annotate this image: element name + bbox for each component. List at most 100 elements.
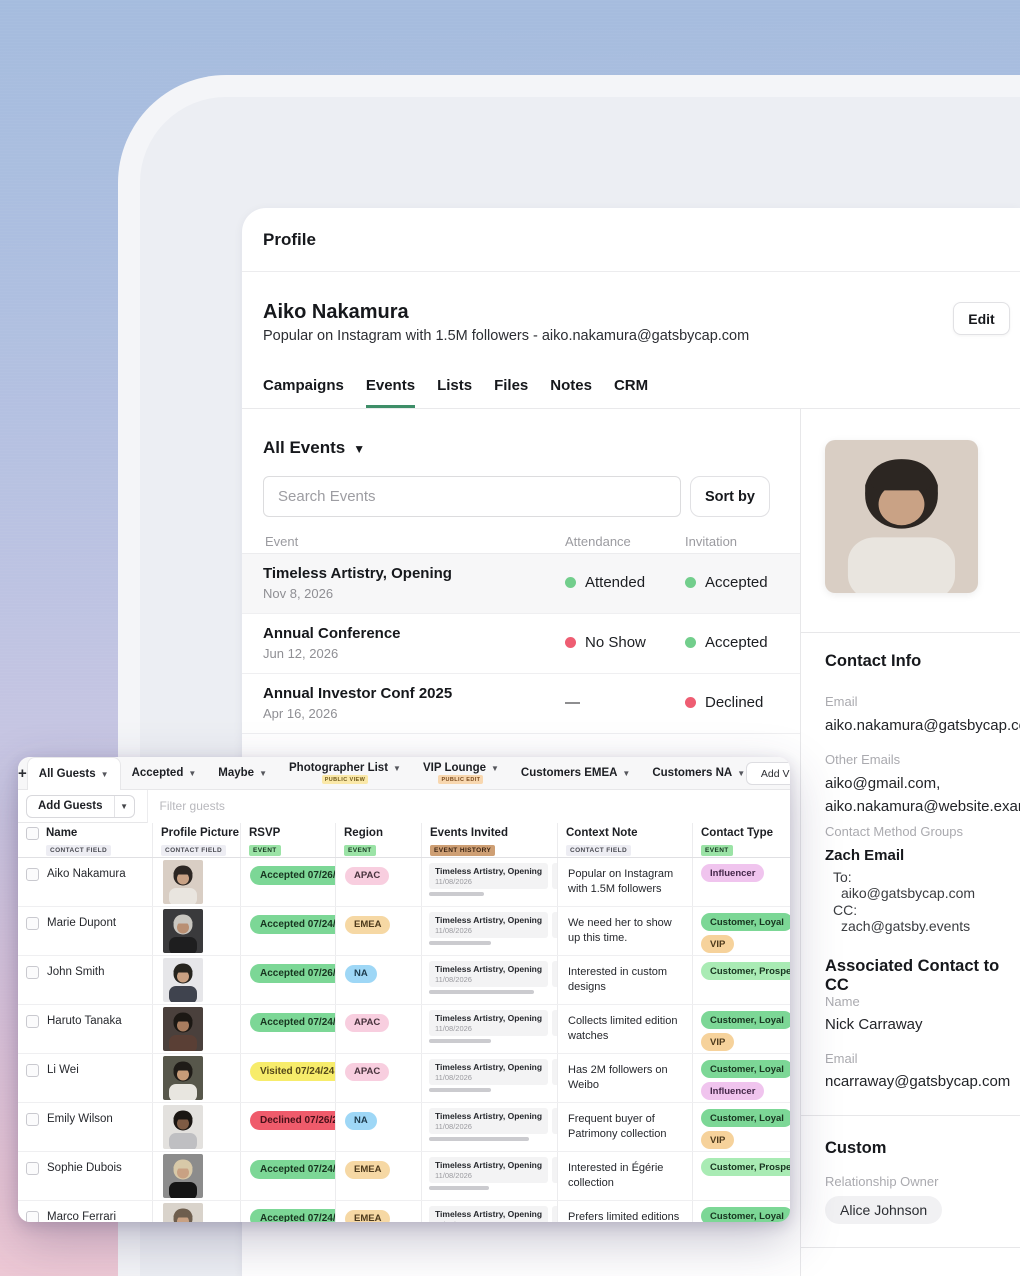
events-filter-dropdown[interactable]: All Events▼	[263, 438, 365, 458]
guest-row[interactable]: Haruto Tanaka Accepted 07/24/24APACTimel…	[18, 1005, 790, 1054]
add-tab-button[interactable]: +	[18, 757, 27, 789]
tab-events[interactable]: Events	[366, 377, 415, 408]
tab-files[interactable]: Files	[494, 377, 528, 408]
add-guests-button[interactable]: Add Guests ▼	[26, 795, 135, 818]
guest-tab-photographer-list[interactable]: Photographer List▼PUBLIC VIEW	[278, 757, 412, 789]
contact-type-cell: Customer, LoyalVIP	[692, 907, 790, 955]
person-photo-placeholder	[163, 1203, 203, 1222]
chevron-down-icon: ▼	[188, 769, 196, 778]
context-note-cell: Interested in Égérie collection	[557, 1152, 692, 1200]
guest-row[interactable]: Aiko Nakamura Accepted 07/26/24APACTimel…	[18, 858, 790, 907]
event-title: Annual Conference	[263, 625, 401, 642]
event-chip: Timeless Artistry, Opening11/08/2026	[429, 961, 548, 987]
tab-crm[interactable]: CRM	[614, 377, 648, 408]
guest-row[interactable]: Marco Ferrari Accepted 07/24/24EMEATimel…	[18, 1201, 790, 1222]
relationship-owner-label: Relationship Owner	[825, 1174, 938, 1189]
chevron-down-icon[interactable]: ▼	[114, 796, 134, 817]
event-row[interactable]: Annual ConferenceJun 12, 2026No ShowAcce…	[242, 614, 800, 674]
event-history-bar	[429, 990, 534, 994]
invitation-label: Accepted	[705, 634, 768, 651]
row-checkbox[interactable]	[26, 1162, 39, 1175]
row-checkbox[interactable]	[26, 868, 39, 881]
region-cell: EMEA	[335, 907, 421, 955]
page-title: Profile	[263, 230, 316, 250]
header-label-wrap: RegionEVENT	[344, 827, 413, 857]
column-label: Region	[344, 827, 413, 839]
row-checkbox[interactable]	[26, 917, 39, 930]
attendance-status: No Show	[565, 634, 646, 651]
column-label: Name	[46, 827, 111, 839]
row-checkbox[interactable]	[26, 1064, 39, 1077]
row-checkbox[interactable]	[26, 1015, 39, 1028]
region-cell: APAC	[335, 1054, 421, 1102]
contact-type-pill: Customer, Loyal	[701, 1109, 790, 1127]
guest-tab-all-guests[interactable]: All Guests▼	[27, 757, 121, 790]
header-divider	[242, 271, 1020, 272]
tab-campaigns[interactable]: Campaigns	[263, 377, 344, 408]
guest-name-cell: Aiko Nakamura	[18, 858, 152, 906]
contact-subtitle: Popular on Instagram with 1.5M followers…	[263, 328, 749, 344]
row-checkbox[interactable]	[26, 966, 39, 979]
rsvp-cell: Accepted 07/24/24	[240, 1152, 335, 1200]
guest-name-cell: Sophie Dubois	[18, 1152, 152, 1200]
email-label: Email	[825, 694, 858, 709]
context-note-cell: Frequent buyer of Patrimony collection	[557, 1103, 692, 1151]
guest-row[interactable]: Li Wei Visited 07/24/24APACTimeless Arti…	[18, 1054, 790, 1103]
context-note-cell: Prefers limited editions	[557, 1201, 692, 1222]
contact-type-pill: VIP	[701, 1033, 734, 1051]
events-invited-cell: Timeless Artistry, Opening11/08/2026Annu…	[421, 1054, 557, 1102]
column-type-badge: EVENT	[701, 845, 733, 856]
region-cell: EMEA	[335, 1152, 421, 1200]
guest-tab-customers-emea[interactable]: Customers EMEA▼	[510, 757, 641, 789]
context-note-cell: Interested in custom designs	[557, 956, 692, 1004]
guest-name: John Smith	[47, 966, 105, 1004]
tab-lists[interactable]: Lists	[437, 377, 472, 408]
event-history-bar	[429, 1186, 489, 1190]
event-title: Annual Investor Conf 2025	[263, 685, 452, 702]
guest-tab-customers-na[interactable]: Customers NA▼	[641, 757, 756, 789]
contact-type-cell: Customer, Prospective	[692, 956, 790, 1004]
guest-row[interactable]: John Smith Accepted 07/26/24NATimeless A…	[18, 956, 790, 1005]
event-row[interactable]: Annual Investor Conf 2025Apr 16, 2026—De…	[242, 674, 800, 734]
rsvp-pill: Visited 07/24/24	[250, 1062, 335, 1081]
events-filter-label: All Events	[263, 438, 345, 457]
select-all-checkbox[interactable]	[26, 827, 39, 840]
sort-by-button[interactable]: Sort by	[690, 476, 770, 517]
relationship-owner-chip: Alice Johnson	[825, 1196, 942, 1224]
add-view-button[interactable]: Add View	[746, 762, 790, 785]
other-emails-label: Other Emails	[825, 752, 900, 767]
guest-photo-cell	[152, 1152, 240, 1200]
edit-button[interactable]: Edit	[953, 302, 1010, 335]
contact-type-cell: Customer, Loyal	[692, 1201, 790, 1222]
row-checkbox[interactable]	[26, 1113, 39, 1126]
header-region: RegionEVENT	[335, 823, 421, 857]
header-profile-picture: Profile PictureCONTACT FIELD	[152, 823, 240, 857]
guest-tab-accepted[interactable]: Accepted▼	[121, 757, 208, 789]
guest-row[interactable]: Emily Wilson Declined 07/26/24NATimeless…	[18, 1103, 790, 1152]
row-checkbox[interactable]	[26, 1211, 39, 1222]
tab-notes[interactable]: Notes	[550, 377, 592, 408]
event-history-bar	[429, 1088, 491, 1092]
to-value: aiko@gatsbycap.com	[841, 885, 975, 901]
event-title: Timeless Artistry, Opening	[263, 565, 452, 582]
guest-table-header: NameCONTACT FIELDProfile PictureCONTACT …	[18, 823, 790, 858]
guest-tab-vip-lounge[interactable]: VIP Lounge▼PUBLIC EDIT	[412, 757, 510, 789]
sidebar-divider	[801, 1247, 1020, 1248]
column-type-badge: EVENT HISTORY	[430, 845, 495, 856]
guest-row[interactable]: Marie Dupont Accepted 07/24/24EMEATimele…	[18, 907, 790, 956]
event-row[interactable]: Timeless Artistry, OpeningNov 8, 2026Att…	[242, 554, 800, 614]
guest-row[interactable]: Sophie Dubois Accepted 07/24/24EMEATimel…	[18, 1152, 790, 1201]
filter-guests-input[interactable]	[147, 790, 790, 823]
email-value: aiko.nakamura@gatsbycap.com	[825, 715, 1020, 738]
column-event: Event	[265, 534, 298, 549]
contact-type-pill: Influencer	[701, 1082, 764, 1100]
rsvp-cell: Accepted 07/24/24	[240, 1201, 335, 1222]
sidebar-divider	[801, 1115, 1020, 1116]
guest-tab-maybe[interactable]: Maybe▼	[207, 757, 278, 789]
guest-name: Marco Ferrari	[47, 1211, 116, 1222]
column-label: Profile Picture	[161, 827, 232, 839]
event-chip: Timeless Artistry, Opening11/08/2026	[429, 1108, 548, 1134]
region-pill: APAC	[345, 867, 389, 885]
search-events-input[interactable]	[263, 476, 681, 517]
event-chip: Timeless Artistry, Opening11/08/2026	[429, 912, 548, 938]
